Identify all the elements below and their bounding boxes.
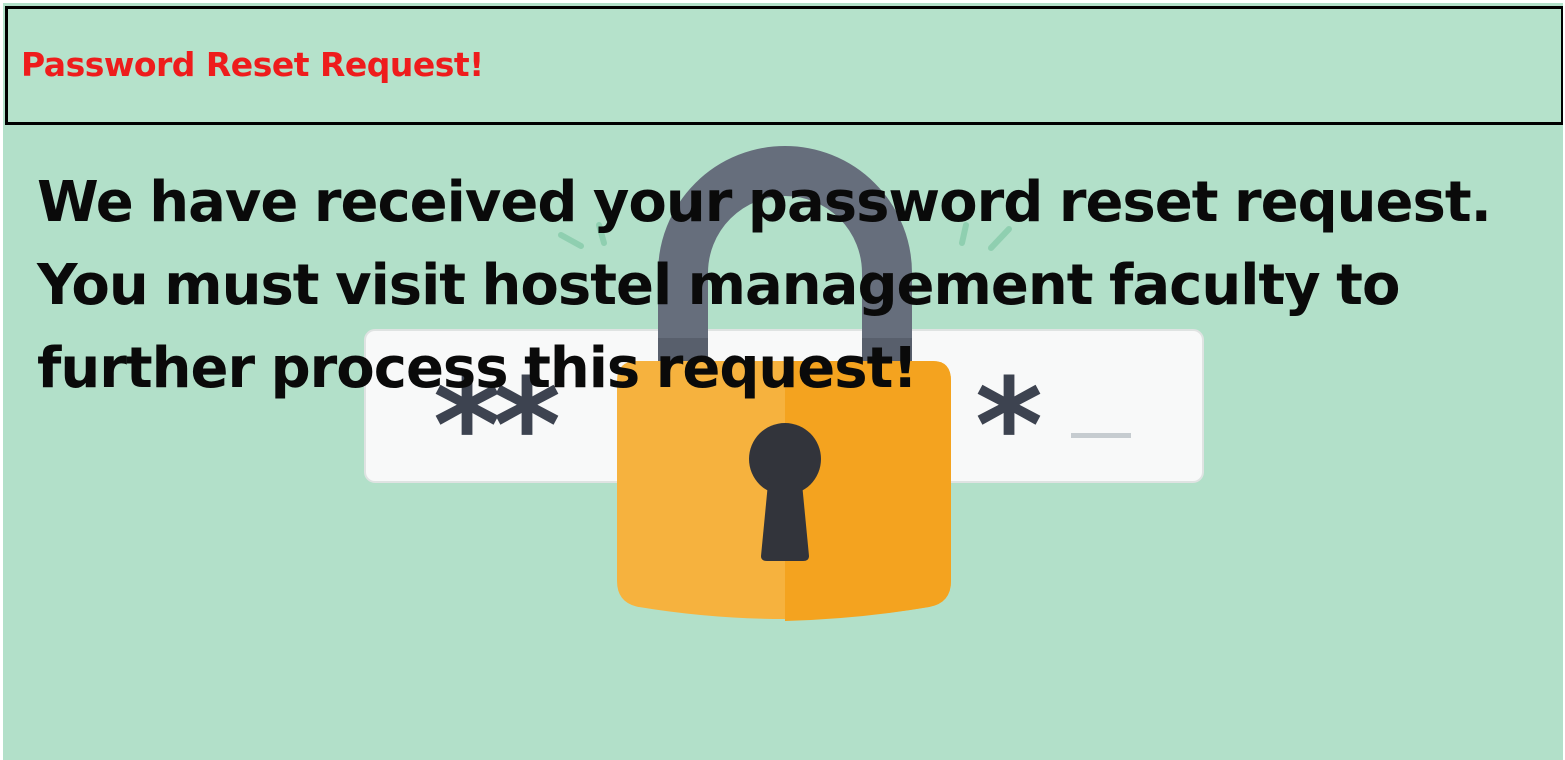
- header-bar: Password Reset Request!: [5, 6, 1563, 125]
- page: ** * Password Reset Request! We have rec…: [3, 3, 1563, 760]
- page-title: Password Reset Request!: [21, 45, 484, 84]
- text-cursor: [1071, 433, 1131, 438]
- reset-request-message: We have received your password reset req…: [37, 170, 1492, 401]
